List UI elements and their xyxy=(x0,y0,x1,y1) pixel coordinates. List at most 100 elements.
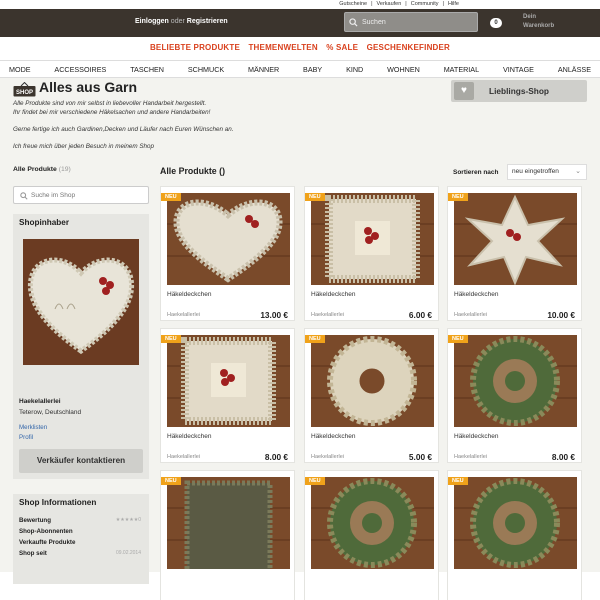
product-title[interactable]: Häkeldeckchen xyxy=(167,291,211,298)
cat-vintage[interactable]: VINTAGE xyxy=(503,61,534,77)
product-seller[interactable]: Haekelallerlei xyxy=(167,312,200,318)
favorite-shop-button[interactable]: ♥ Lieblings-Shop xyxy=(451,80,587,102)
link-gutscheine[interactable]: Gutscheine xyxy=(339,1,367,7)
shop-info-panel: Shop Informationen Bewertung ★★★★★0 Shop-… xyxy=(13,494,149,584)
new-badge: NEU xyxy=(305,335,325,343)
product-image[interactable] xyxy=(454,477,577,569)
info-label: Shop seit xyxy=(19,550,47,557)
top-bar: Einloggen oder Registrieren 0 Dein Waren… xyxy=(0,9,600,37)
cart-link[interactable]: Dein Warenkorb xyxy=(523,13,563,31)
product-card[interactable]: NEU xyxy=(447,470,582,600)
cat-material[interactable]: MATERIAL xyxy=(444,61,479,77)
link-verkaufen[interactable]: Verkaufen xyxy=(377,1,402,7)
product-title[interactable]: Häkeldeckchen xyxy=(454,291,498,298)
cat-kind[interactable]: KIND xyxy=(346,61,363,77)
product-image[interactable] xyxy=(311,477,434,569)
cat-maenner[interactable]: MÄNNER xyxy=(248,61,279,77)
product-image[interactable] xyxy=(167,335,290,427)
cat-mode[interactable]: MODE xyxy=(9,61,31,77)
product-title[interactable]: Häkeldeckchen xyxy=(311,291,355,298)
new-badge: NEU xyxy=(448,477,468,485)
owner-photo-image xyxy=(23,239,139,365)
register-link[interactable]: Registrieren xyxy=(187,18,228,25)
promo-nav: BELIEBTE PRODUKTE THEMENWELTEN % SALE GE… xyxy=(0,37,600,60)
product-seller[interactable]: Haekelallerlei xyxy=(311,454,344,460)
product-image[interactable] xyxy=(454,335,577,427)
contact-seller-button[interactable]: Verkäufer kontaktieren xyxy=(19,449,143,473)
info-value: 09.02.2014 xyxy=(115,550,141,556)
owner-photo[interactable] xyxy=(23,239,139,365)
link-community[interactable]: Community xyxy=(411,1,439,7)
search-icon xyxy=(20,192,28,200)
cat-accessoires[interactable]: ACCESSOIRES xyxy=(54,61,106,77)
product-image[interactable] xyxy=(167,193,290,285)
product-seller[interactable]: Haekelallerlei xyxy=(454,454,487,460)
product-seller[interactable]: Haekelallerlei xyxy=(167,454,200,460)
info-row: Verkaufte Produkte xyxy=(19,539,143,546)
new-badge: NEU xyxy=(161,477,181,485)
profil-link[interactable]: Profil xyxy=(19,434,33,441)
product-image[interactable] xyxy=(311,335,434,427)
product-seller[interactable]: Haekelallerlei xyxy=(311,312,344,318)
cat-anlaesse[interactable]: ANLÄSSE xyxy=(558,61,591,77)
product-price: 6.00 € xyxy=(408,310,432,320)
product-card[interactable]: NEU Häkeldeckchen Haekelallerlei 8.00 € xyxy=(160,328,295,463)
info-label: Shop-Abonnenten xyxy=(19,528,73,535)
shop-description: Alle Produkte sind von mir selbst in lie… xyxy=(13,100,313,151)
or-label: oder xyxy=(170,18,185,25)
product-price: 5.00 € xyxy=(408,452,432,462)
cat-wohnen[interactable]: WOHNEN xyxy=(387,61,420,77)
product-price: 13.00 € xyxy=(260,310,288,320)
divider: | xyxy=(405,1,407,7)
product-image[interactable] xyxy=(167,477,290,569)
grid-title: Alle Produkte () xyxy=(160,164,225,178)
product-card[interactable]: NEU Häkeldeckchen Haekelallerlei 10.00 € xyxy=(447,186,582,321)
product-title[interactable]: Häkeldeckchen xyxy=(311,433,355,440)
promo-link-beliebte[interactable]: BELIEBTE PRODUKTE xyxy=(150,43,240,52)
promo-link-sale[interactable]: % SALE xyxy=(326,43,358,52)
cat-schmuck[interactable]: SCHMUCK xyxy=(188,61,224,77)
product-card[interactable]: NEU Häkeldeckchen Haekelallerlei 5.00 € xyxy=(304,328,439,463)
all-products-label: Alle Produkte xyxy=(13,166,57,173)
new-badge: NEU xyxy=(448,335,468,343)
owner-name[interactable]: Haekelallerlei xyxy=(19,398,61,405)
shop-main: Alle Produkte (19) Shopinhaber Haekelall… xyxy=(0,164,600,600)
login-area: Einloggen oder Registrieren xyxy=(135,18,228,25)
product-price: 10.00 € xyxy=(547,310,575,320)
product-card[interactable]: NEU Häkeldeckchen Haekelallerlei 8.00 € xyxy=(447,328,582,463)
search-input[interactable] xyxy=(362,13,474,31)
desc-line: Gerne fertige ich auch Gardinen,Decken u… xyxy=(13,125,234,133)
all-products-link[interactable]: Alle Produkte (19) xyxy=(13,166,71,173)
promo-link-geschenkefinder[interactable]: GESCHENKEFINDER xyxy=(367,43,450,52)
new-badge: NEU xyxy=(161,335,181,343)
sort-value: neu eingetroffen xyxy=(512,168,559,175)
sort-select[interactable]: neu eingetroffen ⌄ xyxy=(507,164,587,180)
new-badge: NEU xyxy=(305,193,325,201)
merklisten-link[interactable]: Merklisten xyxy=(19,424,47,431)
cart-count-badge[interactable]: 0 xyxy=(490,18,502,28)
product-title[interactable]: Häkeldeckchen xyxy=(454,433,498,440)
category-nav: MODE ACCESSOIRES TASCHEN SCHMUCK MÄNNER … xyxy=(0,60,600,78)
info-row: Shop-Abonnenten xyxy=(19,528,143,535)
product-card[interactable]: NEU Häkeldeckchen Haekelallerlei 13.00 € xyxy=(160,186,295,321)
product-card[interactable]: NEU xyxy=(304,470,439,600)
link-hilfe[interactable]: Hilfe xyxy=(448,1,459,7)
promo-link-themenwelten[interactable]: THEMENWELTEN xyxy=(248,43,317,52)
shop-header: SHOP Alles aus Garn Alle Produkte sind v… xyxy=(0,78,600,164)
login-link[interactable]: Einloggen xyxy=(135,18,169,25)
search-icon xyxy=(349,18,358,27)
info-row: Shop seit 09.02.2014 xyxy=(19,550,143,557)
shop-search-input[interactable] xyxy=(31,187,145,203)
product-card[interactable]: NEU xyxy=(160,470,295,600)
product-card[interactable]: NEU Häkeldeckchen Haekelallerlei 6.00 € xyxy=(304,186,439,321)
shop-info-title: Shop Informationen xyxy=(19,498,97,507)
product-title[interactable]: Häkeldeckchen xyxy=(167,433,211,440)
product-image[interactable] xyxy=(311,193,434,285)
info-label: Bewertung xyxy=(19,517,51,524)
new-badge: NEU xyxy=(448,193,468,201)
product-seller[interactable]: Haekelallerlei xyxy=(454,312,487,318)
product-image[interactable] xyxy=(454,193,577,285)
info-row: Bewertung ★★★★★0 xyxy=(19,517,143,524)
cat-baby[interactable]: BABY xyxy=(303,61,322,77)
cat-taschen[interactable]: TASCHEN xyxy=(130,61,164,77)
